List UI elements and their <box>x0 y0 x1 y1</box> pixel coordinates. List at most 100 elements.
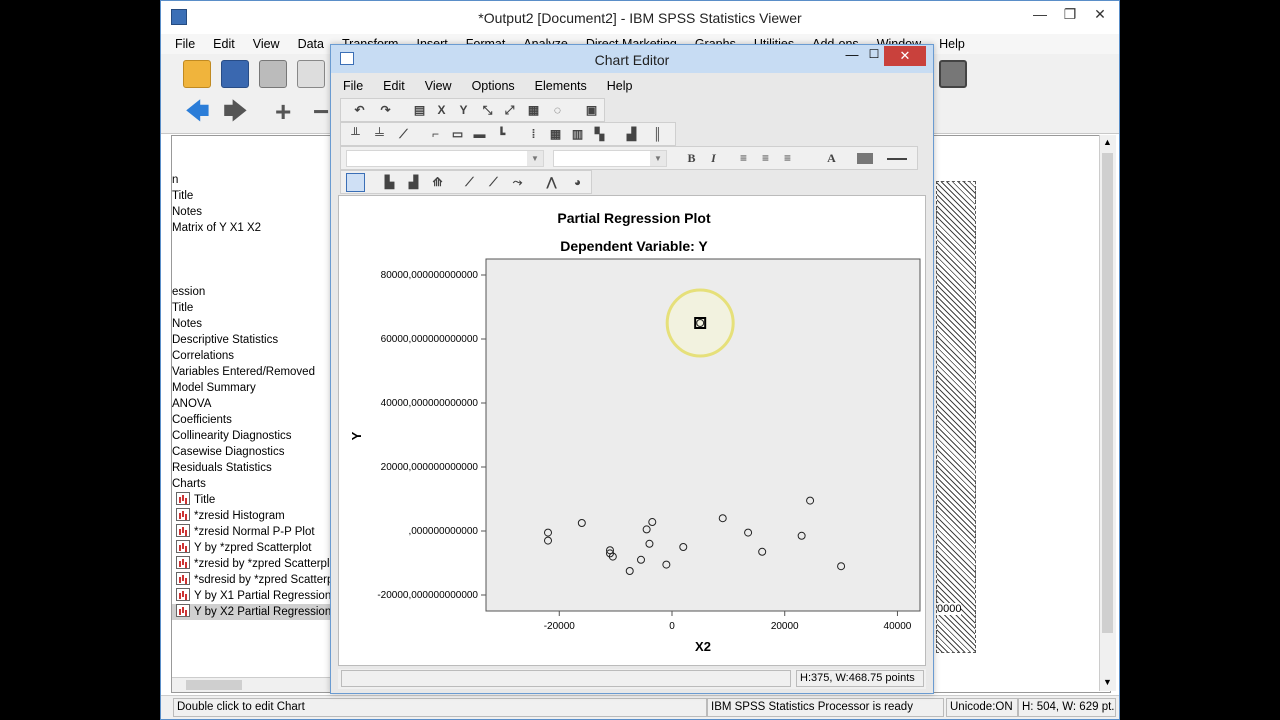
outline-item[interactable]: Descriptive Statistics <box>172 332 332 348</box>
viewer-minimize-button[interactable]: — <box>1023 1 1057 27</box>
outline-item[interactable]: *zresid Histogram <box>172 508 332 524</box>
viewer-menu-edit[interactable]: Edit <box>213 34 235 54</box>
designated-window-icon[interactable] <box>939 60 967 88</box>
select-x-axis-icon[interactable]: X <box>435 104 448 117</box>
outline-item[interactable]: ANOVA <box>172 396 332 412</box>
outline-item[interactable]: *zresid Normal P-P Plot <box>172 524 332 540</box>
select-y-axis-icon[interactable]: Y <box>457 104 470 117</box>
outline-item[interactable]: *zresid by *zpred Scatterplot <box>172 556 332 572</box>
fit-line-total-icon[interactable]: ⟋ <box>463 176 476 189</box>
x-axis[interactable]: -20000 0 20000 40000 <box>544 611 912 632</box>
show-derived-axis-icon[interactable]: ⁞ <box>527 128 540 141</box>
properties-icon[interactable]: ▤ <box>413 104 426 117</box>
y-axis-label[interactable]: Y <box>349 431 364 440</box>
show-footnote-icon[interactable]: ▬ <box>473 128 486 141</box>
outline-item[interactable]: Correlations <box>172 348 332 364</box>
collapse-minus-icon[interactable]: − <box>313 98 329 126</box>
editor-menu-help[interactable]: Help <box>607 76 633 96</box>
font-size-combo[interactable]: ▼ <box>553 150 667 167</box>
undo-icon[interactable]: ↶ <box>353 104 366 117</box>
lasso-icon[interactable]: ◌ <box>551 104 564 117</box>
show-gridlines-icon[interactable]: ┗ <box>495 128 508 141</box>
align-right-icon[interactable]: ≡ <box>781 152 794 165</box>
scroll-up-icon[interactable]: ▲ <box>1103 137 1112 147</box>
fit-line-subgroups-icon[interactable]: ⟋ <box>487 176 500 189</box>
outline-item[interactable]: Notes <box>172 204 332 220</box>
chart-being-edited-placeholder[interactable] <box>936 181 976 653</box>
scroll-thumb[interactable] <box>1102 153 1113 633</box>
data-label-mode-icon[interactable]: ⤢ <box>503 104 516 117</box>
italic-button[interactable]: I <box>707 152 720 165</box>
pie-chart-icon[interactable]: ◕ <box>571 176 584 189</box>
chart-editor-maximize-button[interactable]: ☐ <box>863 47 885 65</box>
outline-item[interactable]: Y by X1 Partial Regression <box>172 588 332 604</box>
outline-scroll-thumb[interactable] <box>186 680 242 690</box>
fill-color-icon[interactable] <box>857 153 873 164</box>
editor-menu-file[interactable]: File <box>343 76 363 96</box>
outline-item[interactable]: Y by X2 Partial Regression <box>172 604 332 620</box>
outline-item[interactable]: Collinearity Diagnostics <box>172 428 332 444</box>
align-center-icon[interactable]: ≡ <box>759 152 772 165</box>
outline-item[interactable]: Notes <box>172 316 332 332</box>
bold-button[interactable]: B <box>685 152 698 165</box>
line-chart-icon[interactable]: ⟰ <box>431 176 444 189</box>
x-axis-label[interactable]: X2 <box>695 639 711 654</box>
show-title-icon[interactable]: ⌐ <box>429 128 442 141</box>
outline-item[interactable]: Coefficients <box>172 412 332 428</box>
line-style-icon[interactable] <box>887 158 907 160</box>
chart-subtitle[interactable]: Dependent Variable: Y <box>560 238 708 254</box>
outline-item[interactable]: Y by *zpred Scatterplot <box>172 540 332 556</box>
editor-menu-view[interactable]: View <box>425 76 452 96</box>
chart-editor-close-button[interactable]: ✕ <box>884 46 926 66</box>
outline-item[interactable]: ession <box>172 284 332 300</box>
show-legend-icon[interactable]: ▭ <box>451 128 464 141</box>
sort-icon[interactable]: ▟ <box>625 128 638 141</box>
outline-item[interactable]: Variables Entered/Removed <box>172 364 332 380</box>
outline-item[interactable]: Residuals Statistics <box>172 460 332 476</box>
text-color-button[interactable]: A <box>825 152 838 165</box>
font-size-dropdown-icon[interactable]: ▼ <box>650 151 666 166</box>
outline-horizontal-scrollbar[interactable] <box>172 677 332 692</box>
outline-item[interactable]: Title <box>172 188 332 204</box>
chart-title[interactable]: Partial Regression Plot <box>557 210 711 226</box>
partial-regression-scatterplot[interactable]: Partial Regression Plot Dependent Variab… <box>339 196 925 665</box>
select-chart-icon[interactable] <box>346 173 365 192</box>
bin-icon[interactable]: ▚ <box>593 128 606 141</box>
outline-item[interactable]: Title <box>172 492 332 508</box>
editor-menu-elements[interactable]: Elements <box>535 76 587 96</box>
align-left-icon[interactable]: ≡ <box>737 152 750 165</box>
viewer-menu-data[interactable]: Data <box>298 34 324 54</box>
expand-plus-icon[interactable]: + <box>275 98 291 126</box>
show-grid-icon[interactable]: ▦ <box>549 128 562 141</box>
print-preview-icon[interactable] <box>297 60 325 88</box>
chart-canvas[interactable]: Partial Regression Plot Dependent Variab… <box>338 195 926 666</box>
editor-menu-edit[interactable]: Edit <box>383 76 405 96</box>
viewer-maximize-button[interactable]: ❐ <box>1053 1 1087 27</box>
y-axis[interactable]: 80000,000000000000 60000,000000000000 4000… <box>377 270 486 601</box>
outline-item[interactable]: Model Summary <box>172 380 332 396</box>
save-icon[interactable] <box>221 60 249 88</box>
distribution-curve-icon[interactable]: ⋀ <box>545 176 558 189</box>
viewer-menu-help[interactable]: Help <box>939 34 965 54</box>
outline-item[interactable]: Matrix of Y X1 X2 <box>172 220 332 236</box>
outline-item[interactable]: Casewise Diagnostics <box>172 444 332 460</box>
open-folder-icon[interactable] <box>183 60 211 88</box>
show-legend-table-icon[interactable]: ▥ <box>571 128 584 141</box>
zoom-icon[interactable]: ▣ <box>585 104 598 117</box>
outline-item[interactable]: *sdresid by *zpred Scatterplot <box>172 572 332 588</box>
content-vertical-scrollbar[interactable]: ▲ ▼ <box>1099 135 1116 691</box>
viewer-menu-file[interactable]: File <box>175 34 195 54</box>
viewer-close-button[interactable]: ✕ <box>1083 1 1117 27</box>
scroll-down-icon[interactable]: ▼ <box>1103 677 1112 687</box>
outline-item[interactable]: Title <box>172 300 332 316</box>
rescale-chart-icon[interactable]: ⤡ <box>481 104 494 117</box>
redo-icon[interactable]: ↷ <box>379 104 392 117</box>
show-data-labels-icon[interactable]: ▦ <box>527 104 540 117</box>
editor-menu-options[interactable]: Options <box>472 76 515 96</box>
bar-chart-icon[interactable]: ▙ <box>383 176 396 189</box>
print-icon[interactable] <box>259 60 287 88</box>
show-y-axis-line-icon[interactable]: ╧ <box>373 128 386 141</box>
show-x-axis-line-icon[interactable]: ╨ <box>349 128 362 141</box>
fit-line-icon[interactable]: ⟋ <box>397 128 410 141</box>
font-combo-dropdown-icon[interactable]: ▼ <box>527 151 543 166</box>
